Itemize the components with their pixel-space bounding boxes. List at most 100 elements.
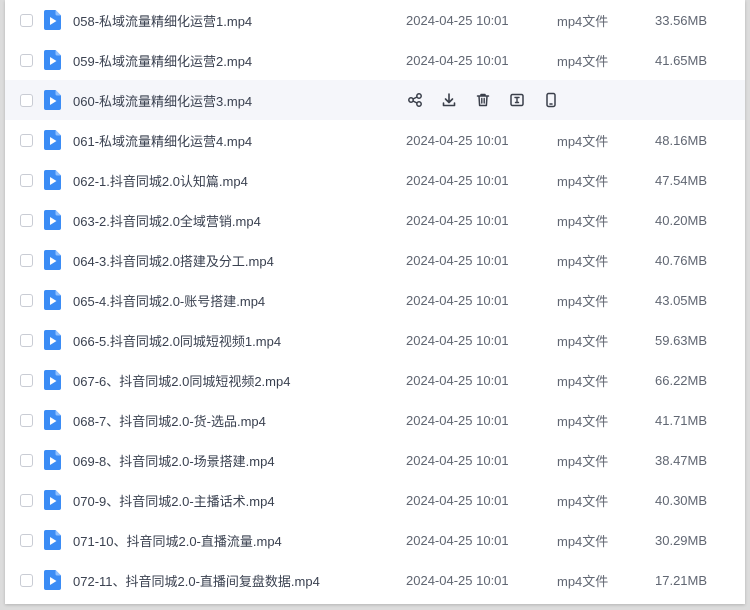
file-name[interactable]: 071-10、抖音同城2.0-直播流量.mp4 [73, 531, 282, 550]
file-row[interactable]: 064-3.抖音同城2.0搭建及分工.mp4 2024-04-25 10:01 … [5, 240, 745, 280]
file-size: 40.20MB [655, 212, 708, 228]
modified-date: 2024-04-25 10:01 [406, 292, 509, 308]
video-file-icon [44, 450, 61, 470]
file-row[interactable]: 067-6、抖音同城2.0同城短视频2.mp4 2024-04-25 10:01… [5, 360, 745, 400]
row-checkbox[interactable] [20, 93, 33, 107]
row-checkbox[interactable] [20, 333, 33, 347]
file-type: mp4文件 [557, 413, 609, 429]
modified-date: 2024-04-25 10:01 [406, 212, 509, 228]
file-size: 41.71MB [655, 412, 708, 428]
file-type: mp4文件 [557, 213, 609, 229]
file-list: 058-私域流量精细化运营1.mp4 2024-04-25 10:01 mp4文… [5, 0, 745, 600]
modified-date: 2024-04-25 10:01 [406, 532, 509, 548]
share-icon[interactable] [405, 90, 425, 110]
row-checkbox[interactable] [20, 173, 33, 187]
file-name[interactable]: 060-私域流量精细化运营3.mp4 [73, 91, 252, 110]
video-file-icon [44, 530, 61, 550]
file-name[interactable]: 058-私域流量精细化运营1.mp4 [73, 11, 252, 30]
file-type: mp4文件 [557, 13, 609, 29]
rename-icon[interactable] [507, 90, 527, 110]
row-checkbox[interactable] [20, 213, 33, 227]
file-type: mp4文件 [557, 253, 609, 269]
file-list-panel: 058-私域流量精细化运营1.mp4 2024-04-25 10:01 mp4文… [5, 0, 745, 604]
file-type: mp4文件 [557, 373, 609, 389]
file-row[interactable]: 063-2.抖音同城2.0全域营销.mp4 2024-04-25 10:01 m… [5, 200, 745, 240]
file-name[interactable]: 072-11、抖音同城2.0-直播间复盘数据.mp4 [73, 571, 320, 590]
modified-date: 2024-04-25 10:01 [406, 372, 509, 388]
video-file-icon [44, 210, 61, 230]
row-checkbox[interactable] [20, 533, 33, 547]
file-name[interactable]: 065-4.抖音同城2.0-账号搭建.mp4 [73, 291, 265, 310]
row-checkbox[interactable] [20, 373, 33, 387]
file-row[interactable]: 071-10、抖音同城2.0-直播流量.mp4 2024-04-25 10:01… [5, 520, 745, 560]
file-name[interactable]: 059-私域流量精细化运营2.mp4 [73, 51, 252, 70]
file-size: 17.21MB [655, 572, 708, 588]
file-type: mp4文件 [557, 493, 609, 509]
file-row[interactable]: 061-私域流量精细化运营4.mp4 2024-04-25 10:01 mp4文… [5, 120, 745, 160]
row-checkbox[interactable] [20, 53, 33, 67]
file-size: 43.05MB [655, 292, 708, 308]
modified-date: 2024-04-25 10:01 [406, 132, 509, 148]
file-type: mp4文件 [557, 533, 609, 549]
file-size: 38.47MB [655, 452, 708, 468]
row-checkbox[interactable] [20, 453, 33, 467]
video-file-icon [44, 490, 61, 510]
file-name[interactable]: 069-8、抖音同城2.0-场景搭建.mp4 [73, 451, 275, 470]
file-row[interactable]: 069-8、抖音同城2.0-场景搭建.mp4 2024-04-25 10:01 … [5, 440, 745, 480]
file-size: 41.65MB [655, 52, 708, 68]
modified-date: 2024-04-25 10:01 [406, 12, 509, 28]
file-type: mp4文件 [557, 53, 609, 69]
file-name[interactable]: 064-3.抖音同城2.0搭建及分工.mp4 [73, 251, 274, 270]
video-file-icon [44, 10, 61, 30]
file-size: 47.54MB [655, 172, 708, 188]
file-row[interactable]: 068-7、抖音同城2.0-货-选品.mp4 2024-04-25 10:01 … [5, 400, 745, 440]
file-size: 30.29MB [655, 532, 708, 548]
file-size: 59.63MB [655, 332, 708, 348]
file-name[interactable]: 061-私域流量精细化运营4.mp4 [73, 131, 252, 150]
file-name[interactable]: 067-6、抖音同城2.0同城短视频2.mp4 [73, 371, 290, 390]
file-row[interactable]: 058-私域流量精细化运营1.mp4 2024-04-25 10:01 mp4文… [5, 0, 745, 40]
video-file-icon [44, 170, 61, 190]
modified-date: 2024-04-25 10:01 [406, 172, 509, 188]
video-file-icon [44, 90, 61, 110]
file-row[interactable]: 060-私域流量精细化运营3.mp4 [5, 80, 745, 120]
row-checkbox[interactable] [20, 133, 33, 147]
file-row[interactable]: 062-1.抖音同城2.0认知篇.mp4 2024-04-25 10:01 mp… [5, 160, 745, 200]
row-checkbox[interactable] [20, 293, 33, 307]
file-size: 40.76MB [655, 252, 708, 268]
file-name[interactable]: 068-7、抖音同城2.0-货-选品.mp4 [73, 411, 266, 430]
video-file-icon [44, 570, 61, 590]
file-size: 33.56MB [655, 12, 708, 28]
phone-icon[interactable] [541, 90, 561, 110]
modified-date: 2024-04-25 10:01 [406, 412, 509, 428]
row-checkbox[interactable] [20, 493, 33, 507]
row-checkbox[interactable] [20, 413, 33, 427]
file-name[interactable]: 063-2.抖音同城2.0全域营销.mp4 [73, 211, 261, 230]
row-checkbox[interactable] [20, 253, 33, 267]
file-row[interactable]: 070-9、抖音同城2.0-主播话术.mp4 2024-04-25 10:01 … [5, 480, 745, 520]
file-row[interactable]: 072-11、抖音同城2.0-直播间复盘数据.mp4 2024-04-25 10… [5, 560, 745, 600]
file-type: mp4文件 [557, 133, 609, 149]
file-type: mp4文件 [557, 173, 609, 189]
file-type: mp4文件 [557, 293, 609, 309]
file-name[interactable]: 062-1.抖音同城2.0认知篇.mp4 [73, 171, 248, 190]
file-name[interactable]: 070-9、抖音同城2.0-主播话术.mp4 [73, 491, 275, 510]
modified-date: 2024-04-25 10:01 [406, 252, 509, 268]
file-size: 66.22MB [655, 372, 708, 388]
download-icon[interactable] [439, 90, 459, 110]
file-row[interactable]: 065-4.抖音同城2.0-账号搭建.mp4 2024-04-25 10:01 … [5, 280, 745, 320]
row-checkbox[interactable] [20, 13, 33, 27]
file-row[interactable]: 059-私域流量精细化运营2.mp4 2024-04-25 10:01 mp4文… [5, 40, 745, 80]
video-file-icon [44, 330, 61, 350]
file-type: mp4文件 [557, 333, 609, 349]
file-name[interactable]: 066-5.抖音同城2.0同城短视频1.mp4 [73, 331, 281, 350]
row-checkbox[interactable] [20, 573, 33, 587]
video-file-icon [44, 410, 61, 430]
video-file-icon [44, 250, 61, 270]
delete-icon[interactable] [473, 90, 493, 110]
video-file-icon [44, 290, 61, 310]
row-actions [405, 90, 575, 110]
file-row[interactable]: 066-5.抖音同城2.0同城短视频1.mp4 2024-04-25 10:01… [5, 320, 745, 360]
file-type: mp4文件 [557, 453, 609, 469]
file-size: 48.16MB [655, 132, 708, 148]
